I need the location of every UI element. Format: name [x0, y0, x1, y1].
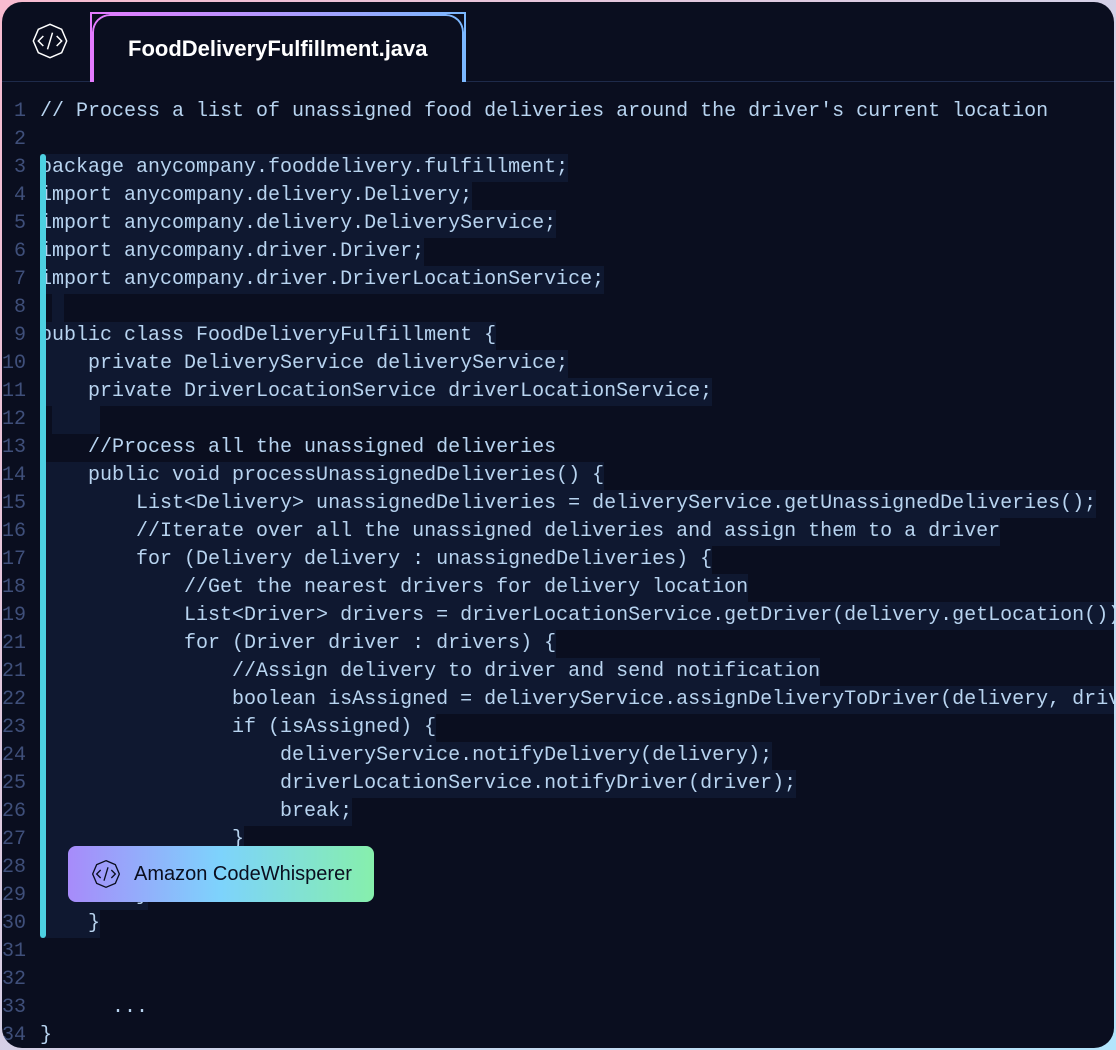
code-line: } [40, 1022, 1114, 1048]
line-number: 1 [2, 98, 26, 126]
code-line: deliveryService.notifyDelivery(delivery)… [40, 742, 1114, 770]
codewhisperer-badge-label: Amazon CodeWhisperer [134, 863, 352, 886]
line-number: 13 [2, 434, 26, 462]
code-line: //Get the nearest drivers for delivery l… [40, 574, 1114, 602]
line-number: 21 [2, 658, 26, 686]
code-line [40, 938, 1114, 966]
line-number: 33 [2, 994, 26, 1022]
code-line: List<Driver> drivers = driverLocationSer… [40, 602, 1114, 630]
line-number: 34 [2, 1022, 26, 1048]
line-number: 8 [2, 294, 26, 322]
line-number: 11 [2, 378, 26, 406]
code-line: ... [40, 994, 1114, 1022]
code-line: import anycompany.driver.Driver; [40, 238, 1114, 266]
line-number: 12 [2, 406, 26, 434]
code-line: //Assign delivery to driver and send not… [40, 658, 1114, 686]
line-number: 19 [2, 602, 26, 630]
code-area: 1234567891011121314151617181921212223242… [2, 82, 1114, 1048]
line-number: 4 [2, 182, 26, 210]
code-line: private DriverLocationService driverLoca… [40, 378, 1114, 406]
code-line [40, 294, 1114, 322]
code-content[interactable]: // Process a list of unassigned food del… [40, 98, 1114, 1048]
line-number: 30 [2, 910, 26, 938]
code-line [40, 406, 1114, 434]
line-number: 26 [2, 798, 26, 826]
codewhisperer-icon [90, 858, 122, 890]
code-line [40, 966, 1114, 994]
code-line: //Process all the unassigned deliveries [40, 434, 1114, 462]
code-line: List<Delivery> unassignedDeliveries = de… [40, 490, 1114, 518]
line-number: 27 [2, 826, 26, 854]
line-number: 3 [2, 154, 26, 182]
code-line: if (isAssigned) { [40, 714, 1114, 742]
line-number: 15 [2, 490, 26, 518]
file-tab-label: FoodDeliveryFulfillment.java [128, 36, 428, 61]
line-number: 10 [2, 350, 26, 378]
code-line: import anycompany.delivery.Delivery; [40, 182, 1114, 210]
line-number: 25 [2, 770, 26, 798]
code-line: import anycompany.delivery.DeliveryServi… [40, 210, 1114, 238]
editor-window: FoodDeliveryFulfillment.java 12345678910… [2, 2, 1114, 1048]
code-line: // Process a list of unassigned food del… [40, 98, 1114, 126]
line-number: 22 [2, 686, 26, 714]
code-line: boolean isAssigned = deliveryService.ass… [40, 686, 1114, 714]
code-line [40, 126, 1114, 154]
line-number: 2 [2, 126, 26, 154]
line-number: 18 [2, 574, 26, 602]
code-line: driverLocationService.notifyDriver(drive… [40, 770, 1114, 798]
line-number-gutter: 1234567891011121314151617181921212223242… [2, 98, 40, 1048]
code-line: package anycompany.fooddelivery.fulfillm… [40, 154, 1114, 182]
code-line: public class FoodDeliveryFulfillment { [40, 322, 1114, 350]
line-number: 29 [2, 882, 26, 910]
line-number: 24 [2, 742, 26, 770]
line-number: 14 [2, 462, 26, 490]
codewhisperer-badge[interactable]: Amazon CodeWhisperer [68, 846, 374, 902]
line-number: 28 [2, 854, 26, 882]
code-line: break; [40, 798, 1114, 826]
code-line: private DeliveryService deliveryService; [40, 350, 1114, 378]
line-number: 31 [2, 938, 26, 966]
code-line: for (Delivery delivery : unassignedDeliv… [40, 546, 1114, 574]
line-number: 32 [2, 966, 26, 994]
line-number: 16 [2, 518, 26, 546]
change-indicator-bar [40, 154, 46, 938]
line-number: 5 [2, 210, 26, 238]
line-number: 17 [2, 546, 26, 574]
line-number: 6 [2, 238, 26, 266]
line-number: 21 [2, 630, 26, 658]
code-line: } [40, 910, 1114, 938]
code-line: //Iterate over all the unassigned delive… [40, 518, 1114, 546]
code-line: for (Driver driver : drivers) { [40, 630, 1114, 658]
code-line: public void processUnassignedDeliveries(… [40, 462, 1114, 490]
file-tab[interactable]: FoodDeliveryFulfillment.java [90, 11, 466, 81]
line-number: 23 [2, 714, 26, 742]
app-logo-icon [30, 21, 70, 61]
code-line: import anycompany.driver.DriverLocationS… [40, 266, 1114, 294]
line-number: 9 [2, 322, 26, 350]
line-number: 7 [2, 266, 26, 294]
titlebar: FoodDeliveryFulfillment.java [2, 2, 1114, 82]
